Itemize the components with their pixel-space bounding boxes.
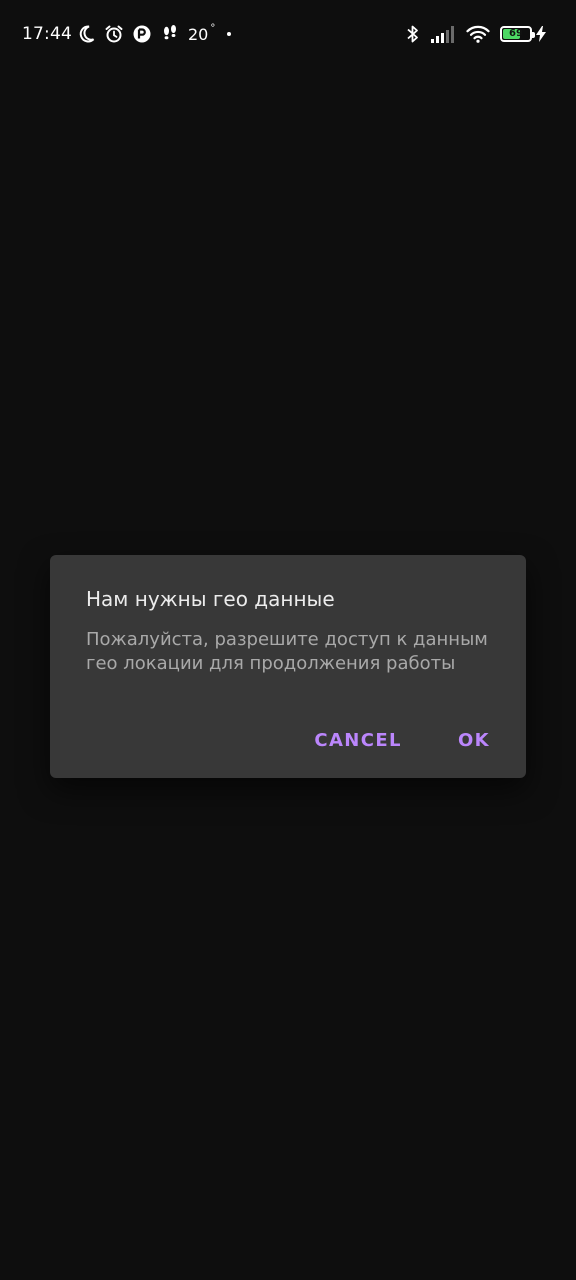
- wifi-icon: [466, 25, 490, 43]
- alarm-icon: [104, 24, 124, 44]
- status-bar-right: 69: [406, 24, 556, 44]
- ok-button[interactable]: OK: [458, 729, 490, 753]
- status-temperature: 20: [188, 24, 209, 44]
- status-temperature-degree: °: [210, 22, 216, 34]
- dialog-actions: CANCEL OK: [314, 729, 490, 753]
- location-permission-dialog: Нам нужны гео данные Пожалуйста, разреши…: [50, 555, 526, 778]
- status-bar-left: 17:44 20 °: [22, 22, 232, 44]
- charging-icon: [536, 26, 546, 42]
- more-notifications-dot-icon: [227, 32, 232, 36]
- battery-icon: 69: [500, 26, 535, 42]
- status-bar: 17:44 20 ° 69: [0, 0, 576, 68]
- cancel-button[interactable]: CANCEL: [314, 729, 402, 753]
- signal-icon: [430, 25, 456, 43]
- app-screen: 17:44 20 ° 69 Нам нужны гео данные Пожал…: [0, 0, 576, 1280]
- battery-level-label: 69: [509, 28, 523, 39]
- app-notification-icon: [132, 24, 152, 44]
- dialog-message: Пожалуйста, разрешите доступ к данным ге…: [86, 629, 488, 674]
- dialog-title: Нам нужны гео данные: [86, 587, 335, 611]
- steps-icon: [160, 24, 180, 44]
- moon-icon: [76, 24, 96, 44]
- status-time: 17:44: [22, 24, 72, 44]
- bluetooth-icon: [406, 24, 420, 44]
